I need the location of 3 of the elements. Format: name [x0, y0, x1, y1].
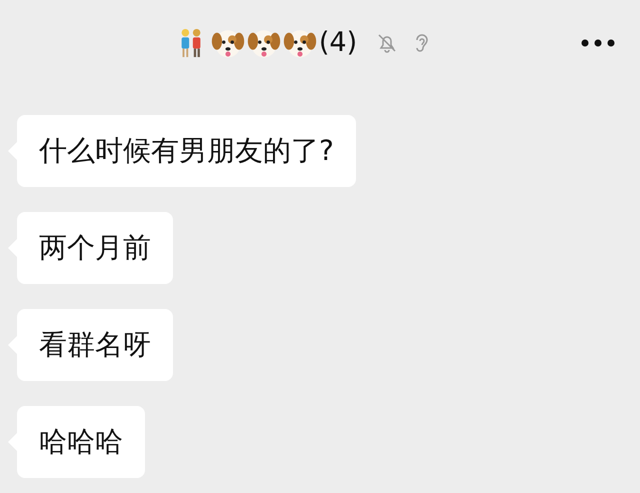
- member-count: (4): [318, 27, 358, 58]
- more-icon[interactable]: [580, 38, 616, 48]
- couple-icon: [178, 28, 203, 58]
